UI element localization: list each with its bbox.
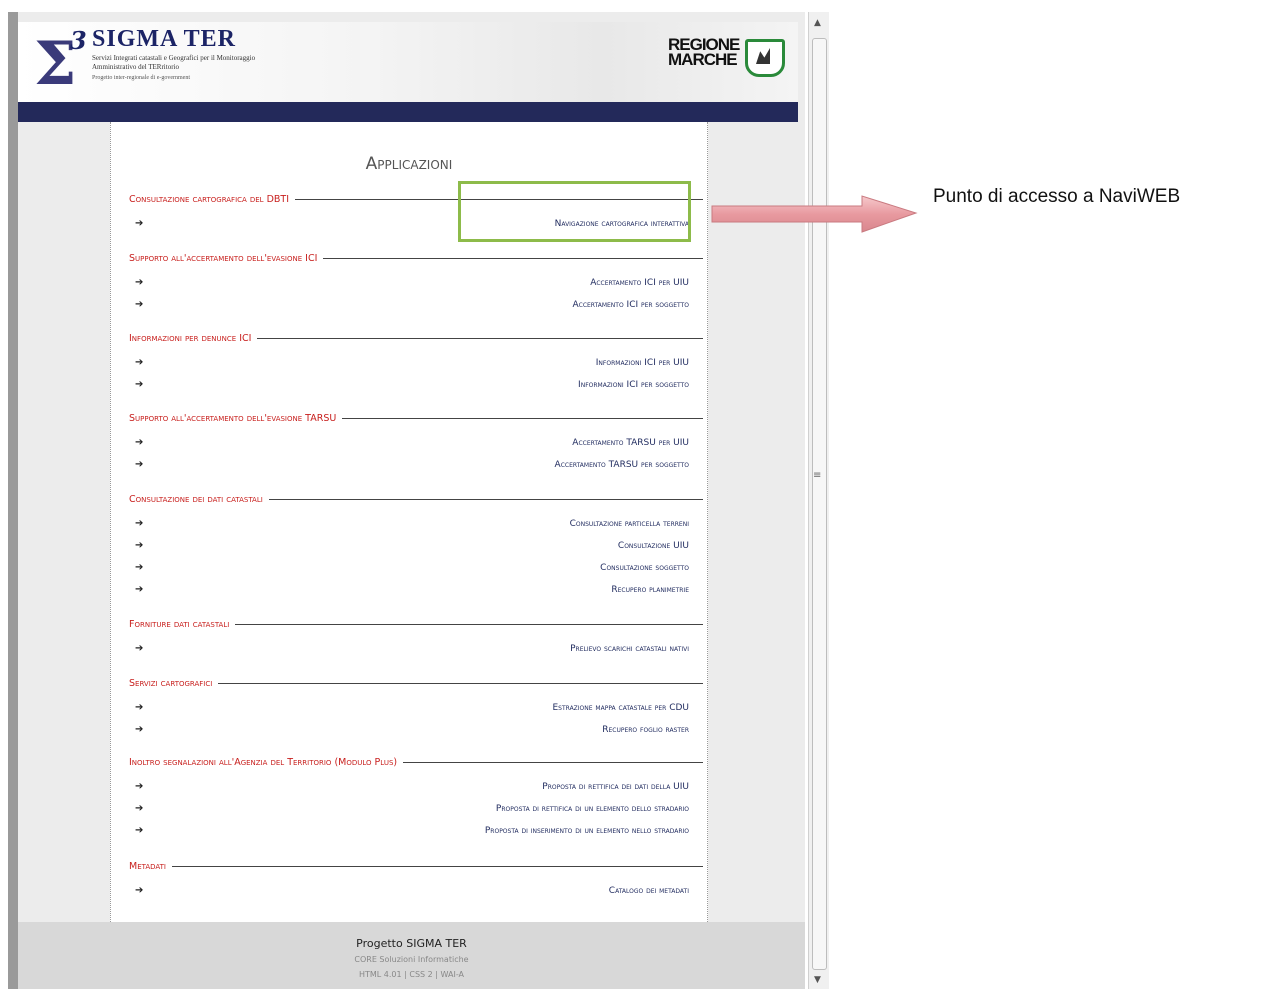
section-title: Forniture dati catastali	[129, 618, 230, 630]
site-header: Σ 3 SIGMA TER Servizi Integrati catastal…	[18, 22, 798, 102]
arrow-right-icon: ➔	[135, 562, 144, 573]
section-heading: Consultazione dei dati catastali	[129, 492, 703, 506]
arrow-right-icon: ➔	[135, 379, 144, 390]
section-heading: Informazioni per denunce ICI	[129, 331, 703, 345]
highlight-box	[458, 181, 691, 242]
arrow-right-icon: ➔	[135, 540, 144, 551]
arrow-right-icon: ➔	[135, 643, 144, 654]
scroll-thumb[interactable]	[812, 38, 827, 970]
app-link[interactable]: Informazioni ICI per UIU	[596, 357, 689, 369]
app-link[interactable]: Consultazione soggetto	[600, 562, 689, 574]
scroll-up-icon[interactable]: ▲	[814, 18, 821, 28]
arrow-right-icon: ➔	[135, 724, 144, 735]
section-rule	[268, 498, 703, 500]
app-link[interactable]: Proposta di inserimento di un elemento n…	[485, 825, 689, 837]
arrow-right-icon: ➔	[135, 357, 144, 368]
app-link[interactable]: Catalogo dei metadati	[609, 885, 689, 897]
section-rule	[403, 761, 703, 763]
arrow-right-icon: ➔	[135, 459, 144, 470]
arrow-right-icon: ➔	[135, 518, 144, 529]
section-title: Supporto all'accertamento dell'evasione …	[129, 412, 337, 424]
section-title: Consultazione dei dati catastali	[129, 493, 263, 505]
app-link[interactable]: Accertamento ICI per soggetto	[572, 299, 689, 311]
arrow-right-icon: ➔	[135, 437, 144, 448]
arrow-right-icon: ➔	[135, 702, 144, 713]
logo-subtitle: Servizi Integrati catastali e Geografici…	[92, 54, 256, 71]
app-link[interactable]: Estrazione mappa catastale per CDU	[552, 702, 689, 714]
app-link[interactable]: Consultazione UIU	[618, 540, 689, 552]
logo-tagline: Progetto inter-regionale di e-government	[92, 75, 191, 81]
section-heading: Servizi cartografici	[129, 676, 703, 690]
sigma-logo-superscript: 3	[70, 26, 87, 55]
section-title: Metadati	[129, 860, 166, 872]
site-footer: Progetto SIGMA TER CORE Soluzioni Inform…	[18, 922, 805, 989]
app-link[interactable]: Recupero planimetrie	[611, 584, 689, 596]
section-rule	[172, 865, 703, 867]
arrow-right-icon: ➔	[135, 885, 144, 896]
section-title: Inoltro segnalazioni all'Agenzia del Ter…	[129, 756, 398, 768]
footer-credit[interactable]: CORE Soluzioni Informatiche	[18, 955, 805, 964]
app-link[interactable]: Proposta di rettifica di un elemento del…	[496, 803, 689, 815]
callout-label: Punto di accesso a NaviWEB	[933, 186, 1181, 207]
section-title: Consultazione cartografica del DBTI	[129, 193, 290, 205]
section-rule	[235, 623, 703, 625]
scroll-grip-icon: ≡	[813, 470, 822, 481]
section-heading: Supporto all'accertamento dell'evasione …	[129, 411, 703, 425]
app-link[interactable]: Informazioni ICI per soggetto	[578, 379, 689, 391]
arrow-right-icon: ➔	[135, 277, 144, 288]
browser-window: Σ 3 SIGMA TER Servizi Integrati catastal…	[8, 12, 805, 989]
callout-arrow-icon	[711, 195, 918, 233]
footer-title: Progetto SIGMA TER	[356, 937, 467, 950]
arrow-right-icon: ➔	[135, 218, 144, 229]
app-link[interactable]: Proposta di rettifica dei dati della UIU	[542, 781, 689, 793]
applications-panel: Applicazioni Consultazione cartografica …	[110, 122, 708, 922]
section-title: Supporto all'accertamento dell'evasione …	[129, 252, 318, 264]
section-heading: Metadati	[129, 859, 703, 873]
vertical-scrollbar[interactable]: ▲ ≡ ▼	[808, 12, 829, 989]
arrow-right-icon: ➔	[135, 781, 144, 792]
app-link[interactable]: Consultazione particella terreni	[570, 518, 689, 530]
section-heading: Inoltro segnalazioni all'Agenzia del Ter…	[129, 755, 703, 769]
arrow-right-icon: ➔	[135, 825, 144, 836]
region-logo: REGIONE MARCHE	[668, 36, 740, 69]
section-heading: Forniture dati catastali	[129, 617, 703, 631]
page-viewport: Σ 3 SIGMA TER Servizi Integrati catastal…	[18, 12, 805, 989]
arrow-right-icon: ➔	[135, 299, 144, 310]
arrow-right-icon: ➔	[135, 584, 144, 595]
footer-standards[interactable]: HTML 4.01 | CSS 2 | WAI-A	[18, 970, 805, 979]
arrow-right-icon: ➔	[135, 803, 144, 814]
app-link[interactable]: Prelievo scarichi catastali nativi	[570, 643, 689, 655]
app-link[interactable]: Accertamento TARSU per soggetto	[555, 459, 689, 471]
section-rule	[257, 337, 703, 339]
logo-title: SIGMA TER	[92, 26, 236, 52]
section-rule	[342, 417, 703, 419]
section-rule	[323, 257, 703, 259]
scroll-down-icon[interactable]: ▼	[814, 975, 821, 985]
app-link[interactable]: Recupero foglio raster	[602, 724, 689, 736]
section-title: Servizi cartografici	[129, 677, 213, 689]
region-logo-line2: MARCHE	[668, 50, 738, 69]
region-emblem-icon	[745, 39, 785, 77]
page-title: Applicazioni	[365, 154, 453, 174]
section-rule	[218, 682, 703, 684]
section-heading: Supporto all'accertamento dell'evasione …	[129, 251, 703, 265]
app-link[interactable]: Accertamento ICI per UIU	[590, 277, 689, 289]
header-band	[18, 102, 798, 122]
section-title: Informazioni per denunce ICI	[129, 332, 252, 344]
app-link[interactable]: Accertamento TARSU per UIU	[572, 437, 689, 449]
